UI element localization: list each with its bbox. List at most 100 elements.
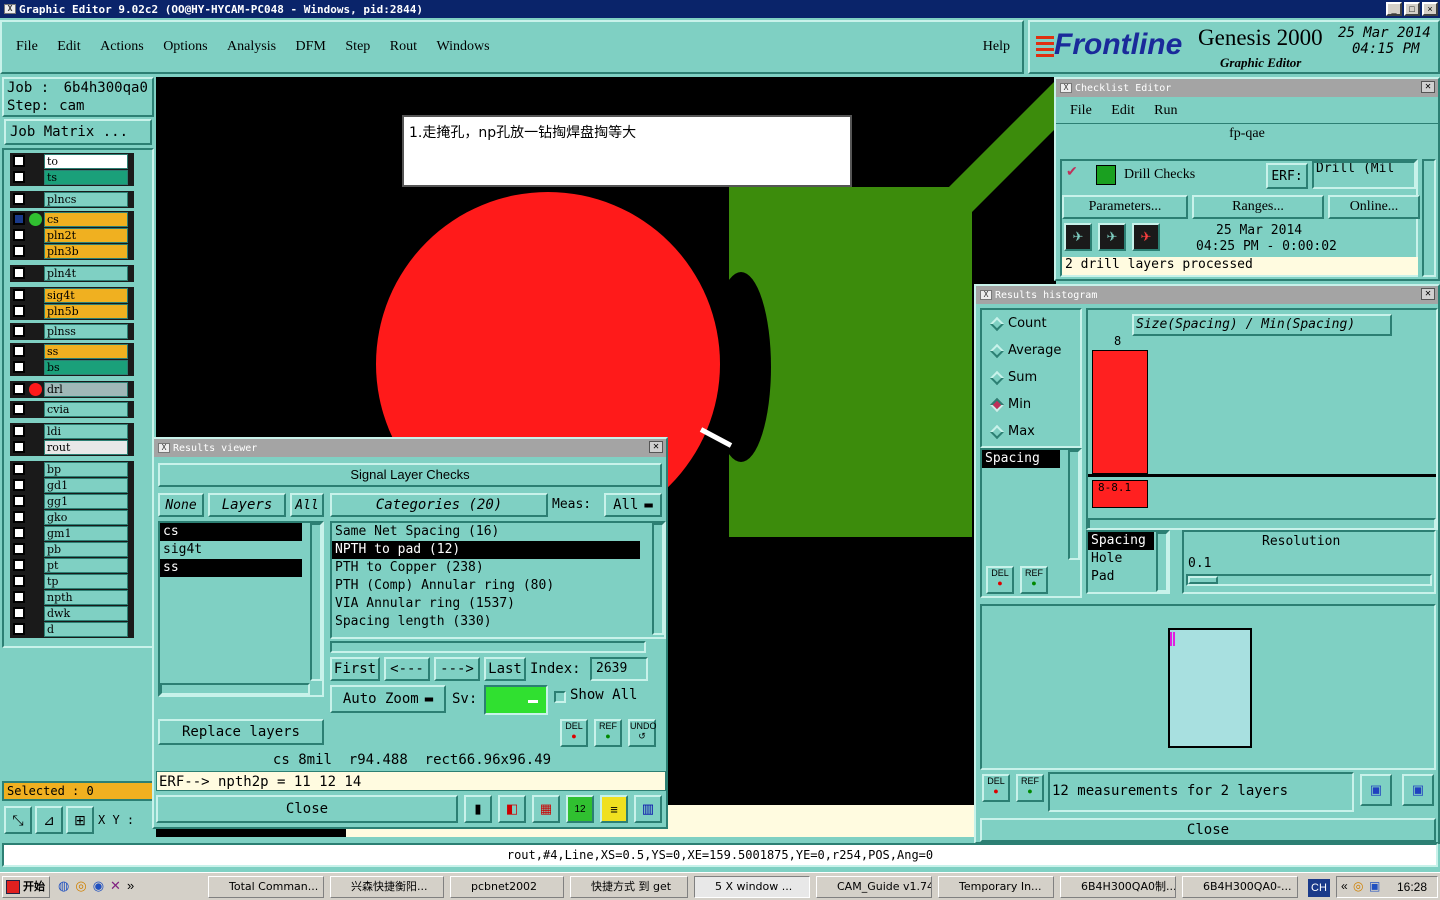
- ranges-button[interactable]: Ranges...: [1192, 195, 1324, 219]
- option-min[interactable]: Min: [988, 397, 1031, 412]
- taskbar-item[interactable]: 6B4H300QA0制...: [1060, 876, 1176, 898]
- layer-item-cs[interactable]: cs: [160, 523, 302, 541]
- table-icon[interactable]: ▦: [532, 795, 560, 823]
- more-icon[interactable]: »: [127, 878, 134, 896]
- layer-checkbox[interactable]: [13, 441, 25, 453]
- layer-checkbox[interactable]: [13, 607, 25, 619]
- layer-name[interactable]: pln4t: [44, 266, 128, 281]
- layer-name[interactable]: bs: [44, 360, 128, 375]
- layer-row-bp[interactable]: bp: [10, 461, 134, 478]
- measure-tool-icon[interactable]: ⊿: [35, 806, 63, 834]
- layer-row-sig4t[interactable]: sig4t: [10, 287, 134, 304]
- layer-checkbox[interactable]: [13, 345, 25, 357]
- categories-hscroll[interactable]: [330, 641, 646, 653]
- sv-select[interactable]: ▬: [484, 685, 548, 715]
- layer-row-ldi[interactable]: ldi: [10, 423, 134, 440]
- show-all-checkbox[interactable]: [554, 691, 566, 703]
- layer-row-pln4t[interactable]: pln4t: [10, 265, 134, 282]
- tray-icon[interactable]: ◎: [1353, 879, 1363, 893]
- layer-name[interactable]: pb: [44, 542, 128, 557]
- layer-name[interactable]: rout: [44, 440, 128, 455]
- menu-analysis[interactable]: Analysis: [227, 39, 276, 55]
- checklist-menu-run[interactable]: Run: [1154, 103, 1177, 118]
- layer-row-bs[interactable]: bs: [10, 359, 134, 376]
- taskbar-item[interactable]: 6B4H300QA0-...: [1182, 876, 1298, 898]
- layer-row-pln2t[interactable]: pln2t: [10, 227, 134, 244]
- layer-row-gg1[interactable]: gg1: [10, 493, 134, 510]
- histogram-close-icon[interactable]: ✕: [1421, 288, 1435, 300]
- layers-listbox[interactable]: cs sig4t ss: [158, 521, 324, 697]
- layer-row-gd1[interactable]: gd1: [10, 477, 134, 494]
- run-check-icon[interactable]: ✈: [1064, 223, 1092, 251]
- replace-layers-button[interactable]: Replace layers: [158, 719, 324, 745]
- auto-zoom-select[interactable]: Auto Zoom ▬: [330, 685, 446, 713]
- layer-row-plnss[interactable]: plnss: [10, 323, 134, 340]
- del-histogram-icon[interactable]: DEL ●: [986, 566, 1014, 594]
- print-histogram-icon[interactable]: ▣: [1402, 774, 1434, 806]
- layer-name[interactable]: pln5b: [44, 304, 128, 319]
- layer-checkbox[interactable]: [13, 527, 25, 539]
- taskbar-item[interactable]: Total Comman...: [208, 876, 324, 898]
- explorer-icon[interactable]: ◎: [75, 878, 86, 896]
- option-average[interactable]: Average: [988, 343, 1061, 358]
- ie-icon[interactable]: ◍: [58, 878, 69, 896]
- histogram-hscroll[interactable]: [1088, 518, 1436, 528]
- layer-row-ts[interactable]: ts: [10, 169, 134, 186]
- layer-checkbox[interactable]: [13, 403, 25, 415]
- layer-name[interactable]: plnss: [44, 324, 128, 339]
- taskbar-item[interactable]: Temporary In...: [938, 876, 1054, 898]
- layer-checkbox[interactable]: [13, 575, 25, 587]
- prev-button[interactable]: <---: [384, 657, 430, 681]
- menu-file[interactable]: File: [16, 39, 38, 55]
- chart-icon[interactable]: ▥: [634, 795, 662, 823]
- category-item[interactable]: NPTH to pad (12): [332, 541, 640, 559]
- flag-icon[interactable]: ▮: [464, 795, 492, 823]
- snap-tool-icon[interactable]: ⊞: [66, 806, 94, 834]
- layer-checkbox[interactable]: [13, 325, 25, 337]
- categories-vscroll[interactable]: [652, 523, 664, 635]
- option-max[interactable]: Max: [988, 424, 1035, 439]
- layer-name[interactable]: cs: [44, 212, 128, 227]
- layer-name[interactable]: to: [44, 154, 128, 169]
- layer-checkbox[interactable]: [13, 543, 25, 555]
- layer-row-tp[interactable]: tp: [10, 573, 134, 590]
- erf-value[interactable]: Drill (Mil: [1312, 161, 1416, 189]
- layer-row-pln5b[interactable]: pln5b: [10, 303, 134, 320]
- layers-none-button[interactable]: None: [158, 493, 204, 517]
- del-preview-icon[interactable]: DEL ●: [982, 774, 1010, 802]
- menu-windows[interactable]: Windows: [437, 39, 490, 55]
- taskbar-item[interactable]: 快捷方式 到 get: [570, 876, 688, 898]
- layer-row-gm1[interactable]: gm1: [10, 525, 134, 542]
- lang-indicator[interactable]: CH: [1308, 879, 1330, 897]
- layer-checkbox[interactable]: [13, 361, 25, 373]
- index-input[interactable]: 2639: [590, 657, 648, 681]
- layer-name[interactable]: gd1: [44, 478, 128, 493]
- measure-spacing[interactable]: Spacing: [982, 450, 1060, 468]
- zoom-tool-icon[interactable]: ⤡: [4, 806, 32, 834]
- categories-button[interactable]: Categories (20): [330, 493, 548, 517]
- checklist-menu-edit[interactable]: Edit: [1111, 103, 1134, 118]
- layer-checkbox[interactable]: [13, 383, 25, 395]
- layer-row-drl[interactable]: drl: [10, 381, 134, 398]
- menu-edit[interactable]: Edit: [57, 39, 80, 55]
- layer-name[interactable]: dwk: [44, 606, 128, 621]
- category-item[interactable]: PTH to Copper (238): [332, 559, 664, 577]
- type-spacing[interactable]: Spacing: [1088, 532, 1154, 550]
- layer-row-pln3b[interactable]: pln3b: [10, 243, 134, 260]
- parameters-button[interactable]: Parameters...: [1062, 195, 1188, 219]
- category-item[interactable]: Same Net Spacing (16): [332, 523, 664, 541]
- menu-actions[interactable]: Actions: [100, 39, 144, 55]
- ref-histogram-icon[interactable]: REF ●: [1020, 566, 1048, 594]
- layer-row-cvia[interactable]: cvia: [10, 401, 134, 418]
- category-item[interactable]: VIA Annular ring (1537): [332, 595, 664, 613]
- option-sum[interactable]: Sum: [988, 370, 1037, 385]
- measure-list[interactable]: Spacing DEL ● REF ●: [980, 448, 1082, 598]
- del-viewer-icon[interactable]: DEL ●: [560, 719, 588, 747]
- layer-checkbox[interactable]: [13, 229, 25, 241]
- export-histogram-icon[interactable]: ▣: [1360, 774, 1392, 806]
- layers-hscroll[interactable]: [160, 683, 310, 695]
- type-scrollbar[interactable]: [1156, 532, 1168, 592]
- layer-name[interactable]: pln2t: [44, 228, 128, 243]
- job-matrix-button[interactable]: Job Matrix ...: [4, 119, 152, 145]
- layer-row-dwk[interactable]: dwk: [10, 605, 134, 622]
